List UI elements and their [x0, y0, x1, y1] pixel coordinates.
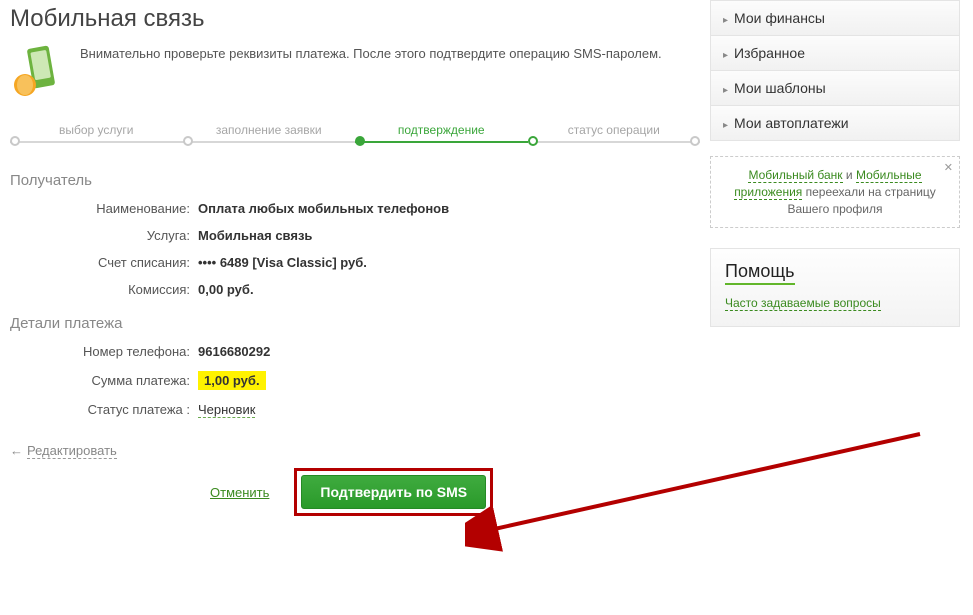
sidebar-hint: ✕ Мобильный банк и Мобильные приложения …	[710, 156, 960, 228]
status-label: Статус платежа :	[10, 402, 198, 417]
sidebar-item-favorites[interactable]: Избранное	[711, 35, 959, 70]
account-value: •••• 6489 [Visa Classic] руб.	[198, 255, 367, 270]
status-value: Черновик	[198, 402, 255, 418]
sidebar-item-finance[interactable]: Мои финансы	[711, 0, 959, 35]
page-title: Мобильная связь	[10, 5, 700, 33]
close-icon[interactable]: ✕	[944, 161, 953, 176]
progress-step-4: статус операции	[528, 123, 701, 137]
amount-label: Сумма платежа:	[10, 373, 198, 388]
progress-step-3: подтверждение	[355, 123, 528, 137]
confirm-sms-button[interactable]: Подтвердить по SMS	[301, 475, 486, 509]
service-label: Услуга:	[10, 228, 198, 243]
cancel-link[interactable]: Отменить	[210, 485, 269, 500]
mobile-bank-link[interactable]: Мобильный банк	[748, 168, 842, 183]
intro-text: Внимательно проверьте реквизиты платежа.…	[80, 45, 662, 63]
progress-bar: выбор услуги заполнение заявки подтвержд…	[10, 123, 700, 147]
recipient-section-title: Получатель	[10, 172, 700, 189]
mobile-payment-icon	[10, 43, 65, 98]
phone-value: 9616680292	[198, 344, 270, 359]
faq-link[interactable]: Часто задаваемые вопросы	[725, 296, 881, 311]
progress-step-2: заполнение заявки	[183, 123, 356, 137]
progress-step-1: выбор услуги	[10, 123, 183, 137]
fee-value: 0,00 руб.	[198, 282, 254, 297]
amount-value: 1,00 руб.	[198, 371, 266, 390]
edit-link[interactable]: ←Редактировать	[10, 443, 700, 458]
name-value: Оплата любых мобильных телефонов	[198, 201, 449, 216]
help-box: Помощь Часто задаваемые вопросы	[710, 248, 960, 327]
arrow-left-icon: ←	[10, 443, 23, 458]
name-label: Наименование:	[10, 201, 198, 216]
service-value: Мобильная связь	[198, 228, 312, 243]
account-label: Счет списания:	[10, 255, 198, 270]
fee-label: Комиссия:	[10, 282, 198, 297]
sidebar-item-templates[interactable]: Мои шаблоны	[711, 70, 959, 105]
phone-label: Номер телефона:	[10, 344, 198, 359]
sidebar-item-autopay[interactable]: Мои автоплатежи	[711, 105, 959, 140]
confirm-highlight-box: Подтвердить по SMS	[294, 468, 493, 516]
details-section-title: Детали платежа	[10, 315, 700, 332]
help-title: Помощь	[725, 261, 795, 285]
